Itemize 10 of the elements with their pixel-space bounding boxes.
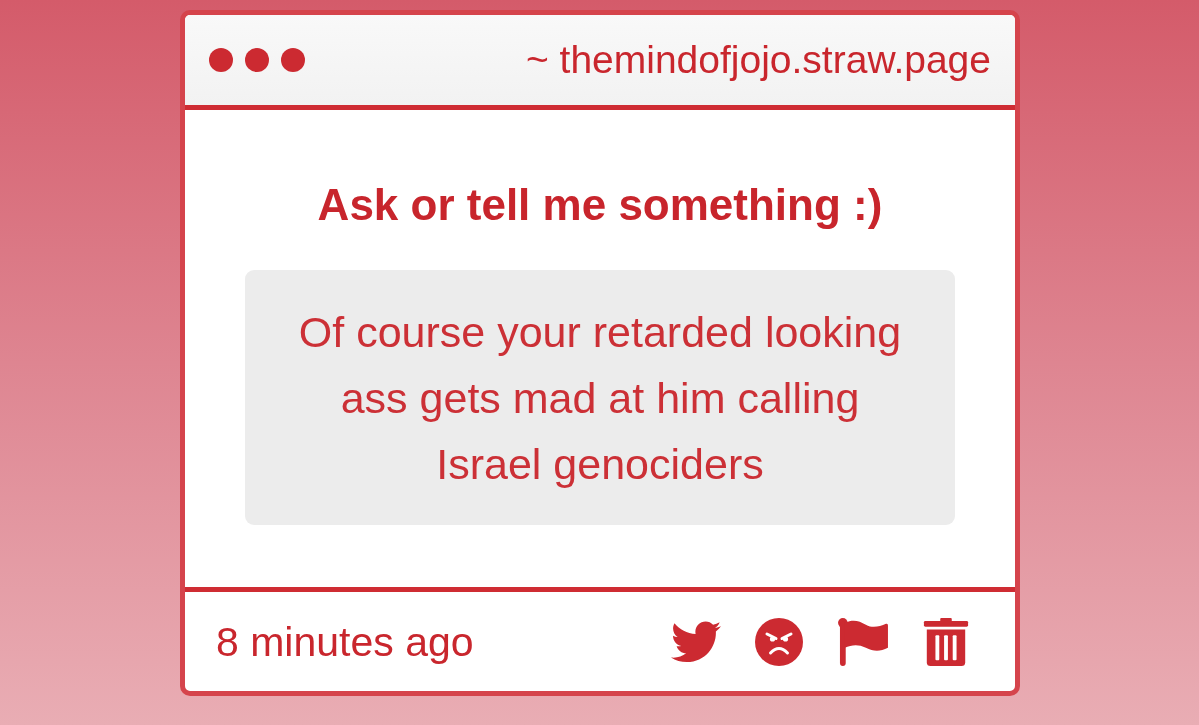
trash-icon[interactable] bbox=[923, 617, 969, 666]
prompt-heading: Ask or tell me something :) bbox=[317, 179, 883, 231]
timestamp: 8 minutes ago bbox=[216, 617, 474, 666]
site-address: ~ themindofjojo.straw.page bbox=[525, 37, 991, 83]
window-dot-icon bbox=[245, 48, 269, 72]
window-dot-icon bbox=[281, 48, 305, 72]
angry-face-icon[interactable] bbox=[755, 617, 803, 666]
flag-icon[interactable] bbox=[837, 617, 889, 666]
window-dot-icon bbox=[209, 48, 233, 72]
message-text: Of course your retarded looking ass gets mad at him calling Israel genociders bbox=[297, 307, 903, 490]
